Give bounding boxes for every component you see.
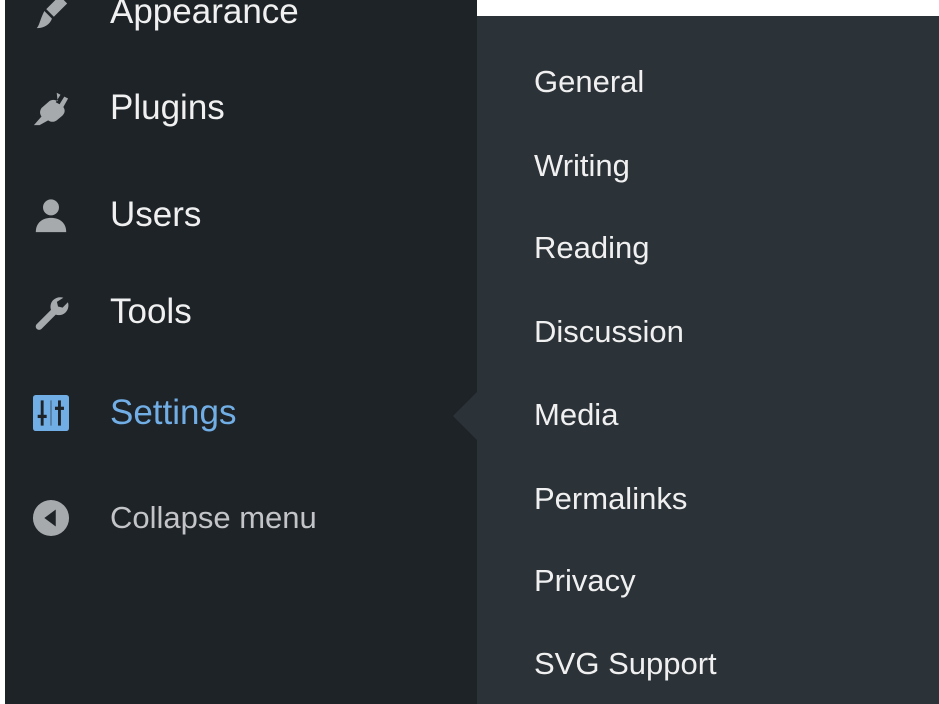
settings-sliders-icon bbox=[32, 394, 70, 432]
users-icon bbox=[32, 196, 70, 234]
menu-item-label: Users bbox=[110, 195, 202, 234]
menu-item-label: Settings bbox=[110, 393, 237, 432]
collapse-menu-button[interactable]: Collapse menu bbox=[5, 478, 477, 558]
collapse-arrow-icon bbox=[32, 499, 70, 537]
menu-item-settings[interactable]: Settings bbox=[5, 373, 477, 453]
menu-item-appearance[interactable]: Appearance bbox=[5, 0, 477, 52]
submenu-item-writing[interactable]: Writing bbox=[534, 136, 630, 196]
wp-admin-screen: Appearance Plugins Users Tools Settings … bbox=[0, 0, 939, 704]
paintbrush-icon bbox=[32, 0, 70, 31]
plugin-icon bbox=[32, 89, 70, 127]
menu-item-users[interactable]: Users bbox=[5, 175, 477, 255]
submenu-item-reading[interactable]: Reading bbox=[534, 218, 649, 278]
content-area-edge bbox=[477, 0, 939, 16]
submenu-item-privacy[interactable]: Privacy bbox=[534, 551, 636, 611]
menu-item-label: Collapse menu bbox=[110, 500, 317, 535]
submenu-item-svg-support[interactable]: SVG Support bbox=[534, 634, 717, 694]
menu-item-label: Appearance bbox=[110, 0, 299, 31]
menu-item-tools[interactable]: Tools bbox=[5, 272, 477, 352]
submenu-item-permalinks[interactable]: Permalinks bbox=[534, 469, 687, 529]
admin-sidebar-menu: Appearance Plugins Users Tools Settings … bbox=[5, 0, 477, 704]
menu-item-label: Tools bbox=[110, 292, 192, 331]
menu-item-label: Plugins bbox=[110, 88, 225, 127]
submenu-item-discussion[interactable]: Discussion bbox=[534, 302, 684, 362]
submenu-item-general[interactable]: General bbox=[534, 52, 644, 112]
submenu-item-media[interactable]: Media bbox=[534, 385, 618, 445]
menu-item-plugins[interactable]: Plugins bbox=[5, 68, 477, 148]
wrench-icon bbox=[32, 293, 70, 331]
submenu-pointer-arrow bbox=[453, 392, 477, 440]
